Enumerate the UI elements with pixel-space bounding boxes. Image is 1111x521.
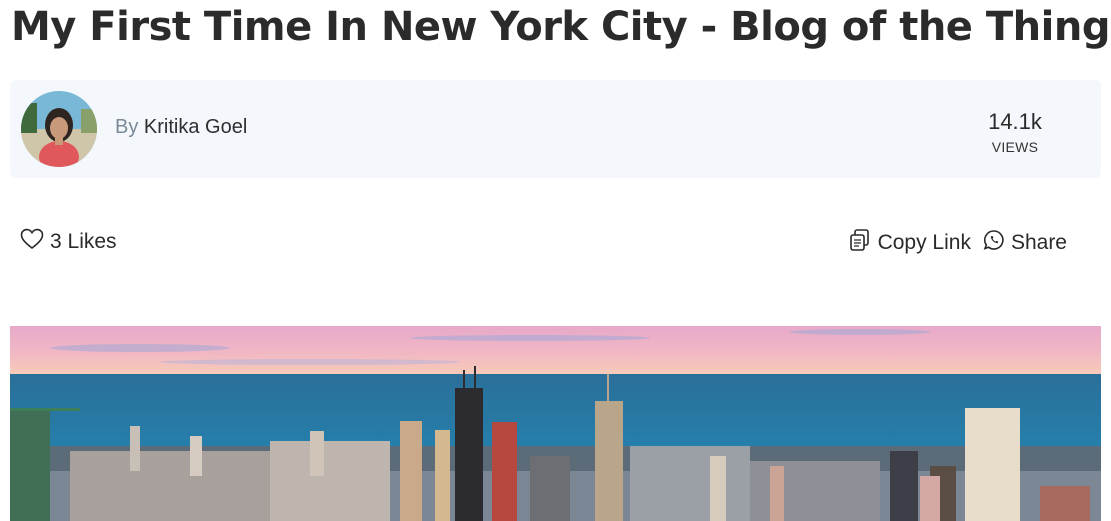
byline: By Kritika Goel (115, 116, 247, 139)
views-label: VIEWS (991, 139, 1039, 155)
share-actions: Copy Link Share (848, 228, 1067, 258)
likes-label: 3 Likes (50, 230, 117, 253)
post-actions: 3 Likes Copy Link Share (0, 222, 1111, 262)
copy-icon (848, 228, 872, 258)
whatsapp-icon (983, 229, 1005, 257)
copy-link-button[interactable]: Copy Link (848, 228, 971, 258)
like-button[interactable]: 3 Likes (20, 228, 117, 256)
author-name[interactable]: Kritika Goel (144, 116, 247, 138)
byline-prefix: By (115, 116, 139, 138)
views-stat: 14.1k VIEWS (960, 109, 1070, 156)
author-avatar[interactable] (21, 91, 97, 167)
hero-image (10, 326, 1101, 521)
share-label: Share (1010, 231, 1067, 254)
author-card: By Kritika Goel 14.1k VIEWS (10, 80, 1101, 178)
page-title: My First Time In New York City - Blog of… (11, 4, 1111, 50)
copy-link-label: Copy Link (877, 231, 971, 254)
heart-outline-icon (20, 228, 44, 256)
views-count: 14.1k (988, 109, 1042, 134)
share-button[interactable]: Share (983, 229, 1067, 257)
